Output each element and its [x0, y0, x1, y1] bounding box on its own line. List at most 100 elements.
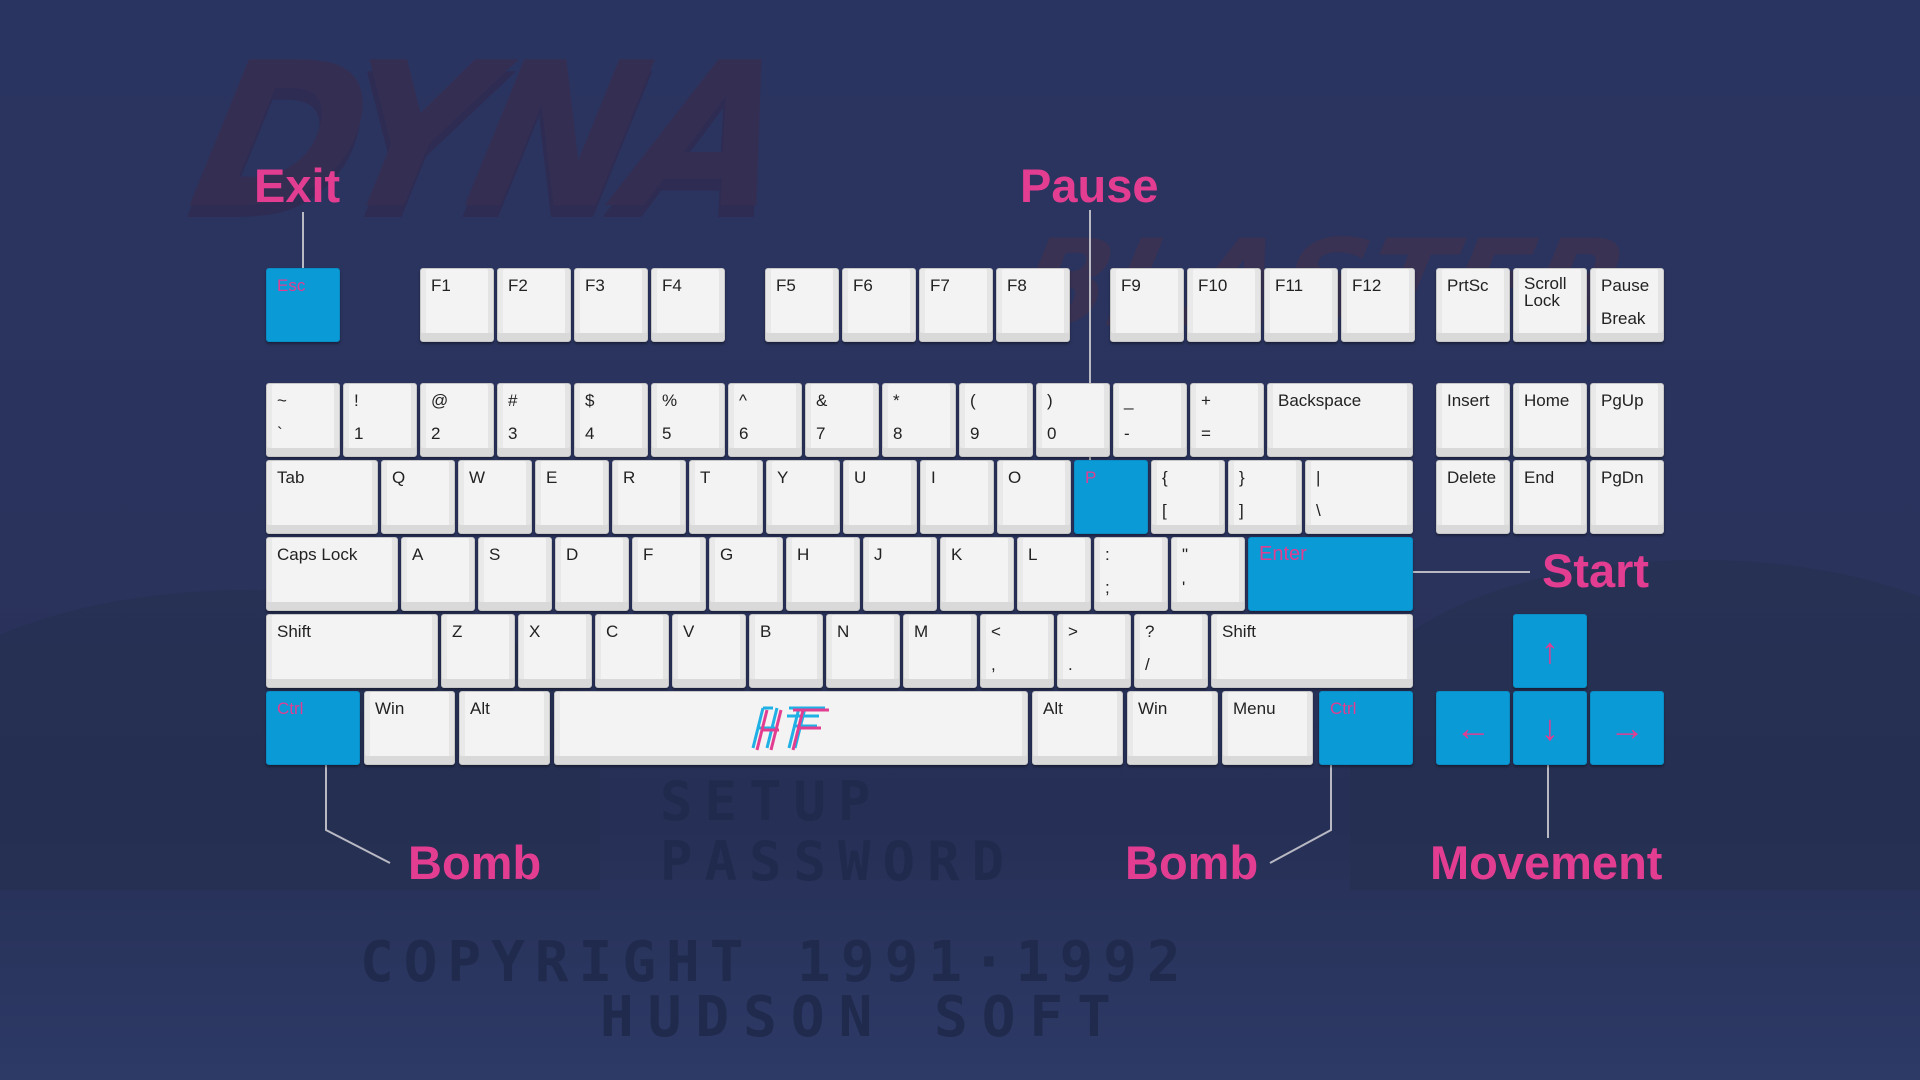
key-g[interactable]: G: [709, 537, 783, 611]
key-t[interactable]: T: [689, 460, 763, 534]
hf-logo-icon: [555, 692, 1027, 764]
key-i[interactable]: I: [920, 460, 994, 534]
key-s[interactable]: S: [478, 537, 552, 611]
key-enter[interactable]: Enter: [1248, 537, 1413, 611]
key-a[interactable]: A: [401, 537, 475, 611]
key-9[interactable]: (9: [959, 383, 1033, 457]
bomb-left-leader: [325, 765, 391, 864]
key-f[interactable]: F: [632, 537, 706, 611]
key-quote[interactable]: " ': [1171, 537, 1245, 611]
key-pgup[interactable]: PgUp: [1590, 383, 1664, 457]
key-right-shift[interactable]: Shift: [1211, 614, 1413, 688]
key-backtick[interactable]: ~ `: [266, 383, 340, 457]
key-z[interactable]: Z: [441, 614, 515, 688]
key-n[interactable]: N: [826, 614, 900, 688]
exit-label: Exit: [254, 159, 341, 212]
key-menu[interactable]: Menu: [1222, 691, 1313, 765]
key-arrow-right[interactable]: →: [1590, 691, 1664, 765]
key-y[interactable]: Y: [766, 460, 840, 534]
key-x[interactable]: X: [518, 614, 592, 688]
key-period[interactable]: >.: [1057, 614, 1131, 688]
key-pgdn[interactable]: PgDn: [1590, 460, 1664, 534]
key-c[interactable]: C: [595, 614, 669, 688]
key-o[interactable]: O: [997, 460, 1071, 534]
key-f5[interactable]: F5: [765, 268, 839, 342]
key-backspace[interactable]: Backspace: [1267, 383, 1413, 457]
key-f2[interactable]: F2: [497, 268, 571, 342]
key-right-win[interactable]: Win: [1127, 691, 1218, 765]
key-1[interactable]: ! 1: [343, 383, 417, 457]
key-f6[interactable]: F6: [842, 268, 916, 342]
key-2[interactable]: @2: [420, 383, 494, 457]
key-f3[interactable]: F3: [574, 268, 648, 342]
key-v[interactable]: V: [672, 614, 746, 688]
key-comma[interactable]: <,: [980, 614, 1054, 688]
key-j[interactable]: J: [863, 537, 937, 611]
key-left-alt[interactable]: Alt: [459, 691, 550, 765]
arrow-down-icon: ↓: [1541, 707, 1559, 748]
key-f4[interactable]: F4: [651, 268, 725, 342]
key-slash[interactable]: ? /: [1134, 614, 1208, 688]
key-left-bracket[interactable]: {[: [1151, 460, 1225, 534]
key-scroll-lock[interactable]: Scroll Lock: [1513, 268, 1587, 342]
bomb-left-label: Bomb: [408, 836, 542, 889]
key-space[interactable]: [554, 691, 1028, 765]
key-d[interactable]: D: [555, 537, 629, 611]
key-h[interactable]: H: [786, 537, 860, 611]
key-e[interactable]: E: [535, 460, 609, 534]
key-4[interactable]: $4: [574, 383, 648, 457]
key-f11[interactable]: F11: [1264, 268, 1338, 342]
key-f1[interactable]: F1: [420, 268, 494, 342]
key-6[interactable]: ^ 6: [728, 383, 802, 457]
key-arrow-up[interactable]: ↑: [1513, 614, 1587, 688]
key-3[interactable]: #3: [497, 383, 571, 457]
key-7[interactable]: & 7: [805, 383, 879, 457]
key-backslash[interactable]: | \: [1305, 460, 1413, 534]
key-semicolon[interactable]: :;: [1094, 537, 1168, 611]
key-0[interactable]: ) 0: [1036, 383, 1110, 457]
key-u[interactable]: U: [843, 460, 917, 534]
key-l[interactable]: L: [1017, 537, 1091, 611]
key-left-win[interactable]: Win: [364, 691, 455, 765]
key-end[interactable]: End: [1513, 460, 1587, 534]
key-f7[interactable]: F7: [919, 268, 993, 342]
key-left-ctrl[interactable]: Ctrl: [266, 691, 360, 765]
key-right-alt[interactable]: Alt: [1032, 691, 1123, 765]
key-r[interactable]: R: [612, 460, 686, 534]
key-q[interactable]: Q: [381, 460, 455, 534]
bomb-right-leader: [1269, 765, 1332, 864]
arrow-right-icon: →: [1609, 707, 1645, 748]
key-delete[interactable]: Delete: [1436, 460, 1510, 534]
key-equals[interactable]: + =: [1190, 383, 1264, 457]
key-f8[interactable]: F8: [996, 268, 1070, 342]
key-right-ctrl[interactable]: Ctrl: [1319, 691, 1413, 765]
key-insert[interactable]: Insert: [1436, 383, 1510, 457]
movement-label: Movement: [1430, 836, 1663, 889]
key-arrow-left[interactable]: ←: [1436, 691, 1510, 765]
key-f9[interactable]: F9: [1110, 268, 1184, 342]
key-home[interactable]: Home: [1513, 383, 1587, 457]
bomb-right-label: Bomb: [1125, 836, 1259, 889]
key-pause-break[interactable]: Pause Break: [1590, 268, 1664, 342]
key-p[interactable]: P: [1074, 460, 1148, 534]
key-prtsc[interactable]: PrtSc: [1436, 268, 1510, 342]
arrow-up-icon: ↑: [1541, 630, 1559, 671]
key-esc[interactable]: Esc: [266, 268, 340, 342]
key-f10[interactable]: F10: [1187, 268, 1261, 342]
arrow-left-icon: ←: [1455, 707, 1491, 748]
key-arrow-down[interactable]: ↓: [1513, 691, 1587, 765]
key-k[interactable]: K: [940, 537, 1014, 611]
start-label: Start: [1542, 544, 1650, 597]
key-minus[interactable]: _ -: [1113, 383, 1187, 457]
key-m[interactable]: M: [903, 614, 977, 688]
key-caps-lock[interactable]: Caps Lock: [266, 537, 398, 611]
key-left-shift[interactable]: Shift: [266, 614, 438, 688]
pause-label: Pause: [1020, 159, 1159, 212]
key-b[interactable]: B: [749, 614, 823, 688]
key-right-bracket[interactable]: }]: [1228, 460, 1302, 534]
key-8[interactable]: * 8: [882, 383, 956, 457]
key-5[interactable]: % 5: [651, 383, 725, 457]
key-tab[interactable]: Tab: [266, 460, 378, 534]
key-w[interactable]: W: [458, 460, 532, 534]
key-f12[interactable]: F12: [1341, 268, 1415, 342]
